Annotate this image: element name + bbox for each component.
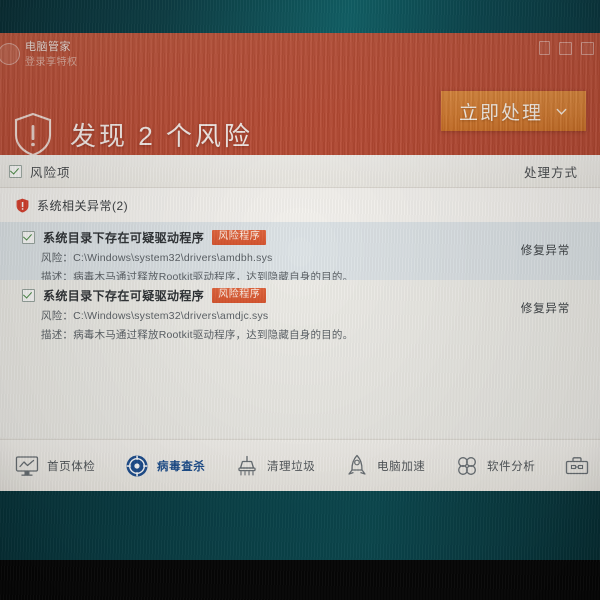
page-title: 发现 2 个风险: [70, 120, 253, 151]
minimize-icon[interactable]: [539, 41, 550, 55]
desk-backdrop-top: [0, 0, 600, 36]
nav-label: 电脑加速: [377, 460, 426, 473]
shield-alert-icon: [16, 198, 29, 212]
window-controls: [539, 41, 594, 55]
toolbox-icon: [565, 456, 589, 474]
repair-action-link[interactable]: 修复异常: [521, 300, 570, 316]
broom-icon: [238, 455, 256, 476]
handle-now-label: 立即处理: [458, 102, 543, 124]
desk-backdrop-bottom: [0, 490, 600, 560]
risk-item-checkbox[interactable]: [22, 231, 35, 244]
photographed-screen: 电脑管家 登录享特权 发现 2 个风险 立即处理 风险项 处理方式 系统相关异常…: [0, 0, 600, 600]
bottom-navigation: 首页体检 病毒查杀 清理垃圾 电脑加速 软件分析: [0, 439, 600, 491]
group-label: 系统相关异常(2): [37, 198, 129, 213]
nav-label: 首页体检: [47, 460, 96, 473]
risk-item-path: 风险：C:\Windows\system32\drivers\amdjc.sys: [41, 310, 269, 322]
nav-label: 清理垃圾: [267, 460, 316, 473]
status-badge: 风险程序: [212, 287, 267, 304]
pc-manager-window: 电脑管家 登录享特权 发现 2 个风险 立即处理 风险项 处理方式 系统相关异常…: [0, 33, 600, 491]
monitor-chart-icon: [15, 455, 39, 476]
avatar[interactable]: [0, 43, 20, 65]
table-row[interactable]: 系统目录下存在可疑驱动程序 风险程序 风险：C:\Windows\system3…: [0, 280, 600, 341]
virus-scan-icon: [126, 455, 148, 476]
nav-item-virus-scan[interactable]: 病毒查杀: [124, 453, 234, 479]
select-all-checkbox[interactable]: [9, 164, 22, 178]
nav-item-toolbox[interactable]: [564, 453, 600, 479]
maximize-icon[interactable]: [559, 41, 572, 55]
alert-title-row: 发现 2 个风险: [12, 111, 253, 155]
brand-block: 电脑管家 登录享特权: [0, 41, 78, 70]
nav-item-pc-acceleration[interactable]: 电脑加速: [344, 453, 454, 479]
action-column-header: 处理方式: [523, 165, 578, 180]
nav-label: 病毒查杀: [157, 460, 206, 473]
repair-action-link[interactable]: 修复异常: [521, 242, 570, 258]
brand-name: 电脑管家: [25, 41, 71, 53]
login-privilege-link[interactable]: 登录享特权: [25, 57, 78, 70]
status-badge: 风险程序: [212, 229, 267, 246]
list-header-bar: 风险项 处理方式: [0, 155, 600, 188]
risk-item-path: 风险：C:\Windows\system32\drivers\amdbh.sys: [41, 252, 273, 264]
list-empty-area: [0, 338, 600, 438]
risk-item-name: 系统目录下存在可疑驱动程序: [43, 231, 205, 245]
rocket-icon: [348, 454, 366, 475]
risk-item-description: 描述：病毒木马通过释放Rootkit驱动程序，达到隐藏自身的目的。: [41, 329, 354, 341]
window-header: 电脑管家 登录享特权 发现 2 个风险 立即处理: [0, 33, 600, 155]
shield-warning-icon: [14, 112, 52, 155]
nav-item-software-analysis[interactable]: 软件分析: [454, 453, 564, 479]
risk-item-checkbox[interactable]: [22, 289, 35, 302]
nav-label: 软件分析: [487, 460, 536, 473]
close-icon[interactable]: [581, 41, 594, 55]
handle-now-button[interactable]: 立即处理: [441, 91, 586, 131]
table-row[interactable]: 系统目录下存在可疑驱动程序 风险程序 风险：C:\Windows\system3…: [0, 222, 600, 283]
chevron-down-icon[interactable]: [555, 105, 568, 118]
nav-item-clean-junk[interactable]: 清理垃圾: [234, 453, 344, 479]
group-header-system-anomalies: 系统相关异常(2): [0, 188, 600, 222]
risk-column-header: 风险项: [30, 165, 71, 180]
risk-item-name: 系统目录下存在可疑驱动程序: [43, 289, 205, 303]
nav-item-home-checkup[interactable]: 首页体检: [14, 453, 124, 479]
clover-icon: [458, 456, 476, 475]
desk-backdrop-black: [0, 560, 600, 600]
